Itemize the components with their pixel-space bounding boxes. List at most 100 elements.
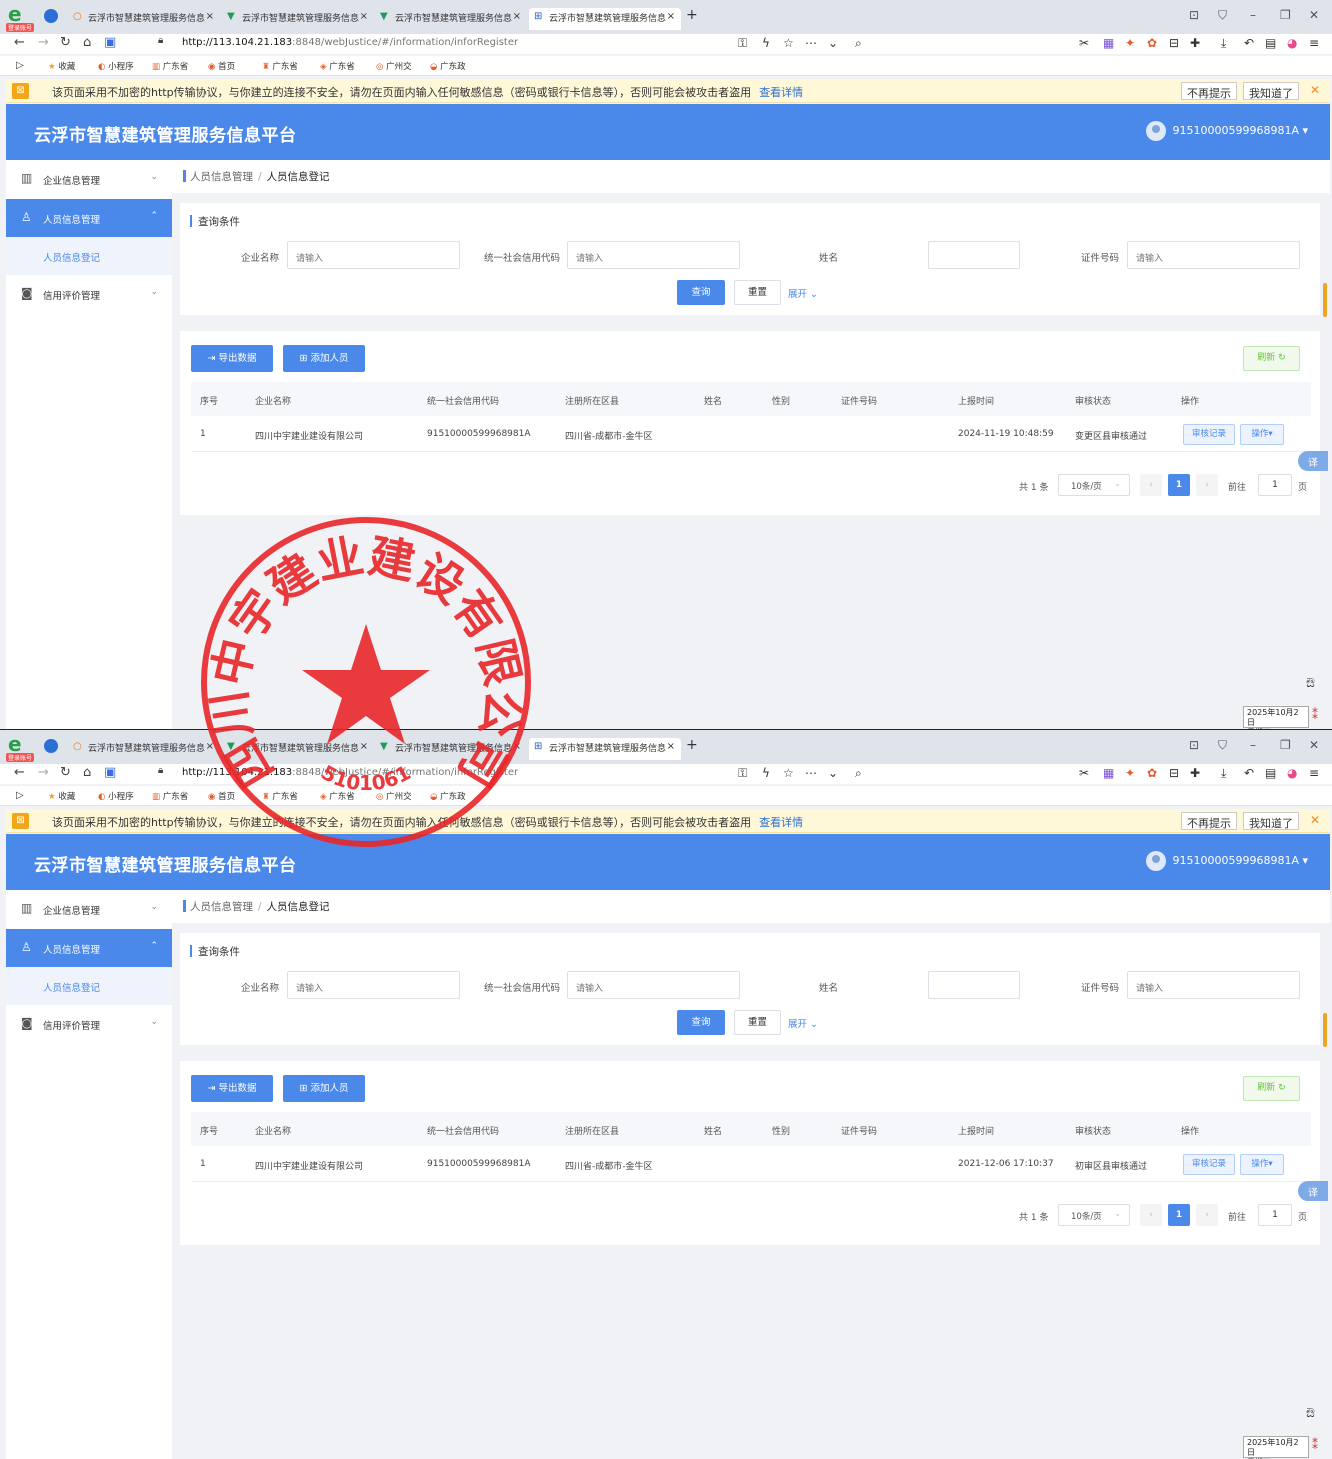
minimize-icon[interactable]: –: [1250, 8, 1256, 22]
bookmark-item[interactable]: ◒ 广东政: [430, 790, 466, 802]
game-icon[interactable]: ✦: [1125, 36, 1135, 50]
scroll-indicator[interactable]: [1323, 283, 1327, 317]
menu-icon[interactable]: ≡: [1309, 36, 1319, 50]
back-icon[interactable]: ←: [14, 35, 25, 50]
puzzle-icon[interactable]: ✚: [1190, 36, 1200, 50]
search-icon[interactable]: ⌕: [855, 766, 862, 781]
page-number-button[interactable]: 1: [1168, 1204, 1190, 1226]
prev-page-button[interactable]: ‹: [1140, 1204, 1162, 1226]
maximize-icon[interactable]: ❐: [1280, 738, 1291, 752]
reload-icon[interactable]: ↻: [60, 35, 71, 50]
got-it-button[interactable]: 我知道了: [1243, 82, 1299, 100]
bookmark-item[interactable]: ◐ 小程序: [98, 790, 134, 802]
key-icon[interactable]: ⚿: [738, 36, 747, 51]
bookmark-item[interactable]: ◉ 首页: [208, 60, 235, 72]
sidebar-item-credit[interactable]: ◙ 信用评价管理 ⌄: [6, 1005, 172, 1043]
tab-close-icon[interactable]: ×: [360, 741, 368, 752]
goto-page-input[interactable]: 1: [1258, 1204, 1292, 1226]
prev-page-button[interactable]: ‹: [1140, 474, 1162, 496]
browser-tab[interactable]: ▼ 云浮市智慧建筑管理服务信息 ×: [375, 8, 527, 30]
shield-icon[interactable]: [44, 9, 58, 23]
close-icon[interactable]: ✕: [1310, 83, 1320, 97]
browser-tab[interactable]: ○ 云浮市智慧建筑管理服务信息 ×: [68, 738, 220, 760]
close-icon[interactable]: ✕: [1310, 813, 1320, 827]
sidebar-toggle-icon[interactable]: ▷: [16, 790, 24, 801]
back-icon[interactable]: ←: [14, 765, 25, 780]
tab-close-icon[interactable]: ×: [206, 11, 214, 22]
page-size-select[interactable]: 10条/页 ⌄: [1058, 474, 1130, 496]
browser-tab[interactable]: ○ 云浮市智慧建筑管理服务信息 ×: [68, 8, 220, 30]
bookmark-item[interactable]: ◎ 广州交: [376, 790, 412, 802]
browser-tab[interactable]: ▼ 云浮市智慧建筑管理服务信息 ×: [222, 738, 374, 760]
dont-remind-button[interactable]: 不再提示: [1181, 82, 1237, 100]
wallet-icon[interactable]: ▤: [1265, 766, 1276, 780]
browser-tab[interactable]: ▼ 云浮市智慧建筑管理服务信息 ×: [375, 738, 527, 760]
bookmark-item[interactable]: ▥ 广东省: [152, 790, 188, 802]
bookmark-item[interactable]: ▥ 广东省: [152, 60, 188, 72]
query-input[interactable]: [1127, 971, 1300, 999]
bookmark-item[interactable]: ♜ 广东省: [262, 790, 298, 802]
translate-button[interactable]: 译: [1298, 451, 1328, 471]
breadcrumb-parent[interactable]: 人员信息管理: [190, 901, 253, 913]
puzzle-icon[interactable]: ✚: [1190, 766, 1200, 780]
query-input[interactable]: [287, 971, 460, 999]
lightning-icon[interactable]: ϟ: [762, 766, 770, 780]
warning-details-link[interactable]: 查看详情: [759, 816, 803, 829]
user-menu[interactable]: 91510000599968981A ▾: [1146, 121, 1308, 141]
tab-close-icon[interactable]: ×: [206, 741, 214, 752]
bookmark-item[interactable]: ★ 收藏: [48, 60, 75, 72]
minimize-icon[interactable]: –: [1250, 738, 1256, 752]
breadcrumb-parent[interactable]: 人员信息管理: [190, 171, 253, 183]
next-page-button[interactable]: ›: [1196, 1204, 1218, 1226]
browser-tab[interactable]: ⊞ 云浮市智慧建筑管理服务信息 ×: [529, 8, 681, 30]
new-tab-button[interactable]: +: [686, 7, 698, 23]
notification-icon[interactable]: ⁑: [1312, 708, 1318, 722]
browser-tab[interactable]: ⊞ 云浮市智慧建筑管理服务信息 ×: [529, 738, 681, 760]
accessibility-icon[interactable]: ಔ: [1306, 1406, 1315, 1421]
bookmark-item[interactable]: ◐ 小程序: [98, 60, 134, 72]
bookmark-item[interactable]: ♜ 广东省: [262, 60, 298, 72]
app-icon[interactable]: ✿: [1147, 36, 1157, 50]
color-icon[interactable]: ◕: [1287, 766, 1297, 780]
download-icon[interactable]: ⤓: [1221, 766, 1226, 781]
app-icon[interactable]: ✿: [1147, 766, 1157, 780]
bookmark-item[interactable]: ◈ 广东省: [320, 790, 355, 802]
lightning-icon[interactable]: ϟ: [762, 36, 770, 50]
bookmark-item[interactable]: ★ 收藏: [48, 790, 75, 802]
undo-icon[interactable]: ↶: [1244, 36, 1254, 50]
tab-close-icon[interactable]: ×: [667, 741, 675, 752]
query-input[interactable]: [567, 241, 740, 269]
tab-close-icon[interactable]: ×: [360, 11, 368, 22]
home-icon[interactable]: ⌂: [83, 765, 91, 780]
tab-close-icon[interactable]: ×: [513, 11, 521, 22]
query-input[interactable]: [1127, 241, 1300, 269]
bookmark-item[interactable]: ◈ 广东省: [320, 60, 355, 72]
shield-icon[interactable]: [44, 739, 58, 753]
operate-dropdown-button[interactable]: 操作▾: [1240, 424, 1284, 445]
tab-close-icon[interactable]: ×: [513, 741, 521, 752]
audit-record-button[interactable]: 审核记录: [1183, 424, 1235, 445]
browser-tab[interactable]: ▼ 云浮市智慧建筑管理服务信息 ×: [222, 8, 374, 30]
refresh-button[interactable]: 刷新 ↻: [1243, 1076, 1300, 1101]
add-person-button[interactable]: ⊞ 添加人员: [283, 1075, 365, 1102]
refresh-button[interactable]: 刷新 ↻: [1243, 346, 1300, 371]
sidebar-item-credit[interactable]: ◙ 信用评价管理 ⌄: [6, 275, 172, 313]
screenshot-icon[interactable]: ⊟: [1169, 766, 1179, 780]
ai-icon[interactable]: ▣: [104, 765, 116, 780]
export-button[interactable]: ⇥ 导出数据: [191, 345, 273, 372]
dont-remind-button[interactable]: 不再提示: [1181, 812, 1237, 830]
ai-icon[interactable]: ▣: [104, 35, 116, 50]
search-button[interactable]: 查询: [677, 1010, 725, 1035]
chevron-down-icon[interactable]: ⌄: [828, 36, 838, 50]
export-button[interactable]: ⇥ 导出数据: [191, 1075, 273, 1102]
warning-details-link[interactable]: 查看详情: [759, 86, 803, 99]
search-icon[interactable]: ⌕: [855, 36, 862, 51]
close-window-icon[interactable]: ✕: [1309, 738, 1319, 752]
goto-page-input[interactable]: 1: [1258, 474, 1292, 496]
query-input[interactable]: [928, 241, 1020, 269]
sidebar-item-personnel-register[interactable]: 人员信息登记: [6, 967, 172, 1005]
got-it-button[interactable]: 我知道了: [1243, 812, 1299, 830]
sidebar-item-personnel[interactable]: ♙ 人员信息管理 ⌃: [6, 929, 172, 967]
audit-record-button[interactable]: 审核记录: [1183, 1154, 1235, 1175]
url-field[interactable]: http://113.104.21.183:8848/webJustice/#/…: [182, 37, 518, 48]
